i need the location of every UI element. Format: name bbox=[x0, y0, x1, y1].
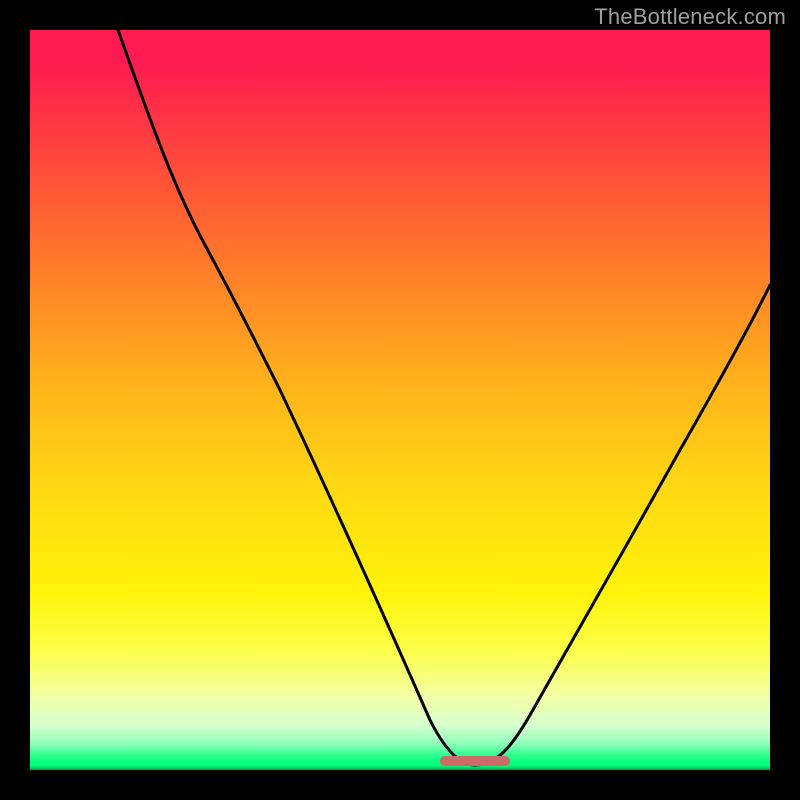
bottleneck-curve bbox=[30, 30, 770, 770]
chart-frame: TheBottleneck.com bbox=[0, 0, 800, 800]
curve-right-branch bbox=[475, 285, 770, 765]
plot-area bbox=[30, 30, 770, 770]
curve-left-branch bbox=[118, 30, 475, 765]
optimum-marker bbox=[440, 756, 510, 766]
watermark-text: TheBottleneck.com bbox=[594, 4, 786, 30]
